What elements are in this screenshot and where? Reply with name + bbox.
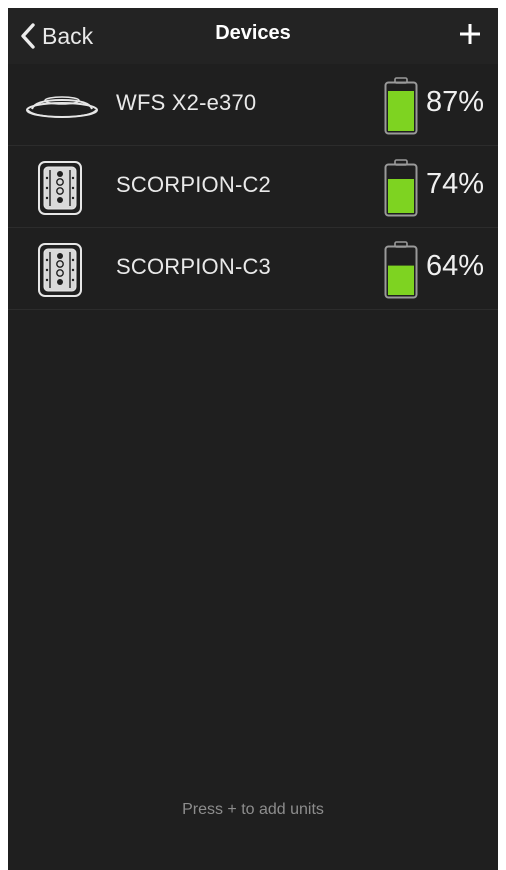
battery-percent: 87% (426, 86, 485, 118)
device-name: WFS X2-e370 (116, 90, 257, 115)
add-units-hint: Press + to add units (182, 801, 324, 818)
scorpion-device-icon (38, 243, 82, 297)
device-row[interactable]: WFS X2-e370 87% (8, 64, 498, 146)
add-device-button[interactable] (454, 18, 486, 50)
battery-icon (384, 241, 418, 299)
battery-icon (384, 159, 418, 217)
battery-icon (384, 77, 418, 135)
sensor-disc-icon (26, 96, 98, 118)
plus-icon (460, 24, 480, 44)
device-row[interactable]: SCORPION-C3 64% (8, 228, 498, 310)
page-title: Devices (215, 22, 291, 44)
battery-level-fill (388, 179, 414, 213)
device-row[interactable]: SCORPION-C2 74% (8, 146, 498, 228)
battery-level-fill (388, 91, 414, 131)
device-name: SCORPION-C2 (116, 172, 271, 197)
device-name: SCORPION-C3 (116, 254, 271, 279)
battery-percent: 74% (426, 168, 485, 200)
device-list: WFS X2-e370 87% SCORPION-C2 74% SCORPION… (8, 64, 498, 310)
battery-percent: 64% (426, 250, 485, 282)
navigation-bar: Back Devices (8, 8, 498, 64)
app-screen: Back Devices WFS X2-e370 87% SCORPION-C2… (8, 8, 498, 870)
scorpion-device-icon (38, 161, 82, 215)
battery-level-fill (388, 265, 414, 295)
